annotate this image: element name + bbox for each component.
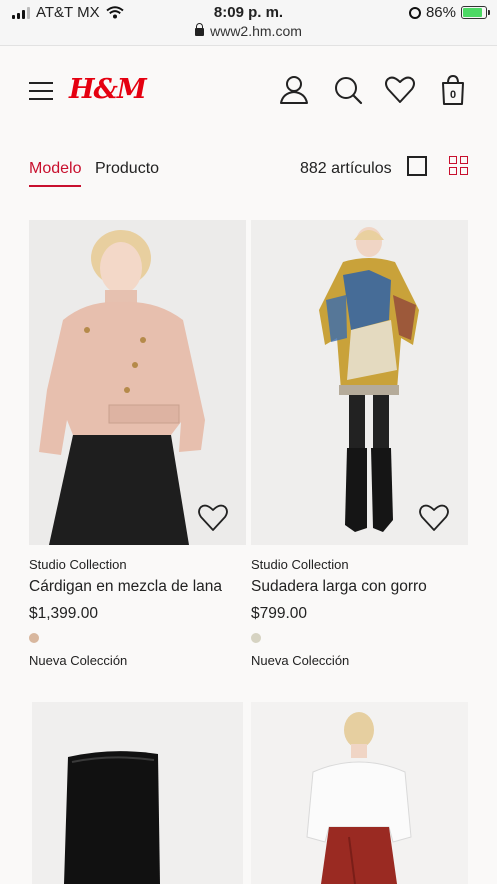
shopping-bag-icon[interactable]: 0 xyxy=(437,74,469,106)
status-right: 86% xyxy=(408,4,490,21)
grid-view-icon[interactable] xyxy=(449,156,469,176)
model-photo-cardigan xyxy=(39,230,205,545)
search-icon[interactable] xyxy=(332,74,364,106)
battery-percent: 86% xyxy=(425,4,456,21)
menu-icon[interactable] xyxy=(29,82,53,100)
product-card[interactable]: Studio Collection Sudadera larga con gor… xyxy=(251,220,468,680)
favorites-icon[interactable] xyxy=(384,74,416,106)
battery-icon xyxy=(461,6,490,19)
tab-product[interactable]: Producto xyxy=(95,160,159,178)
product-image[interactable] xyxy=(251,220,468,545)
product-brand: Studio Collection xyxy=(29,557,127,572)
account-icon[interactable] xyxy=(278,74,310,106)
color-swatch[interactable] xyxy=(251,633,261,643)
battery-fill xyxy=(463,8,482,17)
product-image[interactable] xyxy=(251,702,468,884)
product-price: $1,399.00 xyxy=(29,605,98,622)
hm-logo[interactable]: H&M xyxy=(69,74,147,105)
new-collection-badge: Nueva Colección xyxy=(29,653,128,668)
tab-model[interactable]: Modelo xyxy=(29,160,82,187)
item-count: 882 artículos xyxy=(300,160,392,177)
status-bar: AT&T MX 8:09 p. m. www2.hm.com 86% xyxy=(0,0,497,46)
product-image[interactable] xyxy=(32,702,243,884)
product-image[interactable] xyxy=(29,220,246,545)
cart-count: 0 xyxy=(450,89,456,101)
filter-bar: Modelo Producto 882 artículos xyxy=(0,150,497,190)
alarm-icon xyxy=(408,6,421,19)
model-photo-blouse xyxy=(306,712,412,884)
product-card[interactable]: Studio Collection Cárdigan en mezcla de … xyxy=(29,220,246,680)
product-brand: Studio Collection xyxy=(251,557,349,572)
product-card[interactable] xyxy=(251,702,468,884)
lock-icon xyxy=(195,23,205,36)
address-bar[interactable]: www2.hm.com xyxy=(0,23,497,39)
product-card[interactable] xyxy=(32,702,243,884)
product-name[interactable]: Sudadera larga con gorro xyxy=(251,578,427,596)
product-price: $799.00 xyxy=(251,605,308,622)
new-collection-badge: Nueva Colección xyxy=(251,653,350,668)
favorite-heart-icon[interactable] xyxy=(418,502,450,534)
product-name[interactable]: Cárdigan en mezcla de lana xyxy=(29,578,222,596)
boot-photo xyxy=(64,751,160,884)
site-header: H&M 0 xyxy=(0,46,497,141)
model-photo-hoodie xyxy=(319,227,419,532)
favorite-heart-icon[interactable] xyxy=(197,502,229,534)
color-swatch[interactable] xyxy=(29,633,39,643)
single-view-icon[interactable] xyxy=(407,156,427,176)
url-text: www2.hm.com xyxy=(210,23,302,39)
